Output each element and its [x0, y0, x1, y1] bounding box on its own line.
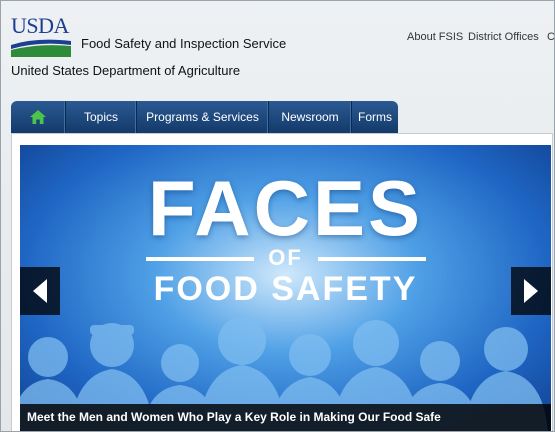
usda-logo-mark: [11, 39, 71, 57]
utility-link-truncated[interactable]: C: [547, 31, 554, 43]
chevron-left-icon: [33, 279, 47, 303]
page-frame: USDA Food Safety and Inspection Service …: [0, 0, 555, 432]
department-name: United States Department of Agriculture: [11, 63, 241, 78]
hero-caption-link[interactable]: Meet the Men and Women Who Play a Key Ro…: [27, 410, 441, 424]
home-icon: [30, 110, 46, 124]
nav-newsroom[interactable]: Newsroom: [269, 101, 352, 133]
nav-home[interactable]: [11, 101, 66, 133]
nav-forms[interactable]: Forms: [352, 101, 398, 133]
usda-logo[interactable]: USDA: [11, 15, 71, 59]
main-nav: Topics Programs & Services Newsroom Form…: [11, 101, 398, 133]
usda-logo-text: USDA: [11, 13, 69, 38]
nav-programs-services[interactable]: Programs & Services: [137, 101, 269, 133]
prev-slide-button[interactable]: [20, 267, 60, 315]
chevron-right-icon: [524, 279, 538, 303]
next-slide-button[interactable]: [511, 267, 551, 315]
about-fsis-link[interactable]: About FSIS: [407, 31, 463, 43]
hero-title-of: OF: [268, 245, 303, 270]
district-offices-link[interactable]: District Offices: [468, 31, 539, 43]
hero-title-food-safety: FOOD SAFETY: [153, 270, 418, 308]
agency-name: Food Safety and Inspection Service: [81, 36, 287, 51]
hero-slide[interactable]: FACES OF FOOD SAFETY: [20, 145, 551, 431]
of-divider-right: [318, 257, 426, 261]
nav-topics[interactable]: Topics: [66, 101, 137, 133]
hero-title-faces: FACES: [147, 164, 424, 252]
